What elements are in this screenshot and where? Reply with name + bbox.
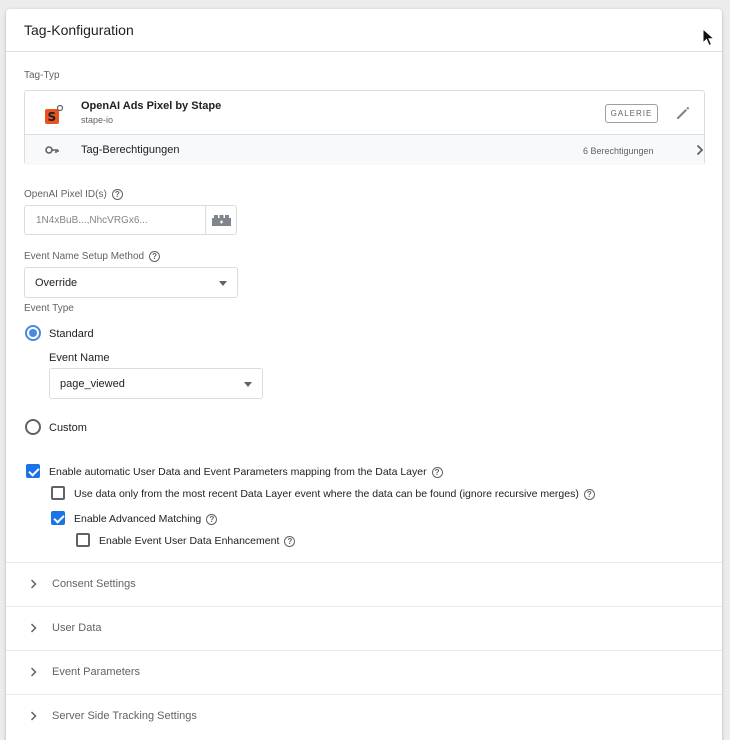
caret-down-icon — [244, 382, 252, 387]
chevron-right-icon — [30, 711, 37, 721]
radio-custom-label: Custom — [49, 422, 87, 434]
tag-type-label: Tag-Typ — [24, 70, 60, 81]
card-title: Tag-Konfiguration — [24, 22, 134, 38]
checkbox-user-data-enhancement[interactable] — [76, 533, 90, 547]
radio-custom[interactable] — [25, 419, 41, 435]
gallery-button[interactable]: GALERIE — [605, 104, 658, 123]
checkbox-advanced-matching-text: Enable Advanced Matching — [74, 513, 202, 525]
tag-type-box[interactable]: S OpenAI Ads Pixel by Stape stape-io GAL… — [24, 90, 705, 165]
checkbox-automatic-mapping-label: Enable automatic User Data and Event Par… — [49, 466, 443, 478]
section-server-side-tracking-label: Server Side Tracking Settings — [52, 710, 197, 722]
help-icon[interactable]: ? — [431, 466, 443, 478]
section-server-side-tracking[interactable]: Server Side Tracking Settings — [6, 694, 722, 738]
tag-vendor: stape-io — [81, 115, 114, 125]
event-name-value: page_viewed — [60, 378, 125, 390]
variable-brick-icon — [212, 215, 231, 226]
checkbox-advanced-matching[interactable] — [51, 511, 65, 525]
section-consent-settings[interactable]: Consent Settings — [6, 562, 722, 606]
radio-standard-label: Standard — [49, 328, 94, 340]
pixel-ids-label: OpenAI Pixel ID(s)? — [24, 189, 123, 200]
help-icon[interactable]: ? — [583, 488, 595, 500]
pixel-ids-label-text: OpenAI Pixel ID(s) — [24, 189, 107, 201]
event-name-label: Event Name — [49, 352, 110, 364]
section-user-data-label: User Data — [52, 622, 102, 634]
variable-picker-button[interactable] — [205, 205, 237, 235]
chevron-right-icon — [696, 144, 704, 156]
help-icon[interactable]: ? — [149, 251, 161, 262]
mouse-cursor-icon — [702, 28, 716, 47]
stape-logo-icon: S — [45, 104, 64, 124]
checkbox-advanced-matching-label: Enable Advanced Matching? — [74, 513, 218, 525]
pencil-icon[interactable] — [674, 104, 692, 122]
chevron-right-icon — [30, 623, 37, 633]
tag-permissions-row[interactable]: Tag-Berechtigungen 6 Berechtigungen — [25, 134, 704, 165]
event-name-setup-label-text: Event Name Setup Method — [24, 251, 145, 263]
chevron-right-icon — [30, 667, 37, 677]
event-type-label: Event Type — [24, 303, 74, 314]
section-event-parameters[interactable]: Event Parameters — [6, 650, 722, 694]
section-event-parameters-label: Event Parameters — [52, 666, 141, 678]
caret-down-icon — [219, 281, 227, 286]
title-divider — [6, 51, 722, 52]
help-icon[interactable]: ? — [111, 189, 123, 200]
checkbox-automatic-mapping-text: Enable automatic User Data and Event Par… — [49, 466, 427, 478]
checkbox-recent-event-only-label: Use data only from the most recent Data … — [74, 488, 595, 500]
tag-configuration-card: Tag-Konfiguration Tag-Typ S OpenAI Ads P… — [6, 9, 722, 740]
checkbox-recent-event-only[interactable] — [51, 486, 65, 500]
event-name-setup-label: Event Name Setup Method? — [24, 251, 161, 263]
help-icon[interactable]: ? — [206, 513, 218, 525]
event-name-select[interactable]: page_viewed — [49, 368, 263, 399]
section-consent-settings-label: Consent Settings — [52, 578, 136, 590]
pixel-ids-input[interactable]: 1N4xBuB...,NhcVRGx6... — [24, 205, 206, 235]
checkbox-automatic-mapping[interactable] — [26, 464, 40, 478]
tag-name: OpenAI Ads Pixel by Stape — [81, 100, 222, 112]
checkbox-user-data-enhancement-label: Enable Event User Data Enhancement? — [99, 535, 296, 547]
event-name-setup-select[interactable]: Override — [24, 267, 238, 298]
help-icon[interactable]: ? — [284, 535, 296, 547]
radio-standard[interactable] — [25, 325, 41, 341]
checkbox-user-data-enhancement-text: Enable Event User Data Enhancement — [99, 535, 280, 547]
chevron-right-icon — [30, 579, 37, 589]
section-user-data[interactable]: User Data — [6, 606, 722, 650]
checkbox-recent-event-only-text: Use data only from the most recent Data … — [74, 488, 579, 500]
tag-permissions-label: Tag-Berechtigungen — [81, 144, 180, 156]
key-icon — [45, 146, 59, 154]
tag-permissions-count: 6 Berechtigungen — [583, 146, 654, 156]
event-name-setup-value: Override — [35, 277, 78, 289]
svg-text:S: S — [48, 110, 57, 124]
